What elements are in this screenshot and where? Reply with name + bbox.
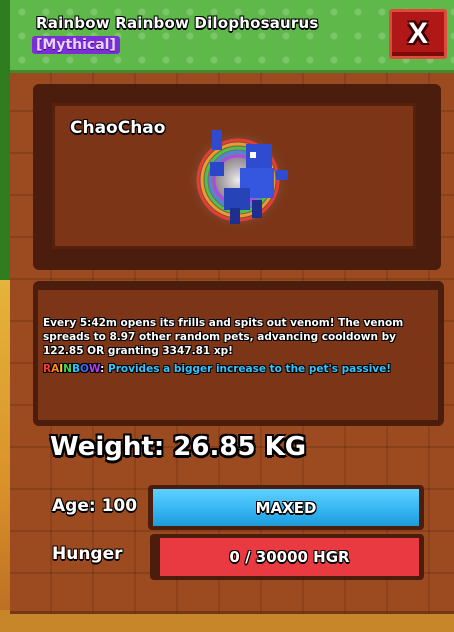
rarity-badge: [Mythical] bbox=[32, 36, 120, 54]
age-label: Age: 100 bbox=[52, 496, 138, 516]
rainbow-bonus-line: RAINBOW: Provides a bigger increase to t… bbox=[43, 363, 392, 375]
hunger-label: Hunger bbox=[52, 544, 123, 564]
rainbow-label: RAINBOW bbox=[43, 363, 101, 375]
close-button[interactable]: X bbox=[389, 9, 447, 59]
pet-nickname: ChaoChao bbox=[70, 118, 166, 138]
pet-model-image bbox=[186, 128, 290, 232]
pet-title: Rainbow Rainbow Dilophosaurus bbox=[36, 14, 319, 32]
pet-weight: Weight: 26.85 KG bbox=[50, 432, 307, 462]
hunger-bar-text-wrap: 0 / 30000 HGR bbox=[160, 538, 419, 576]
age-progress-bar: MAXED bbox=[153, 489, 419, 526]
close-icon: X bbox=[407, 17, 428, 50]
age-bar-text: MAXED bbox=[255, 498, 317, 517]
hunger-bar-text: 0 / 30000 HGR bbox=[229, 548, 350, 566]
ability-description: Every 5:42m opens its frills and spits o… bbox=[43, 317, 404, 357]
rainbow-bonus-text: Provides a bigger increase to the pet's … bbox=[108, 363, 392, 375]
